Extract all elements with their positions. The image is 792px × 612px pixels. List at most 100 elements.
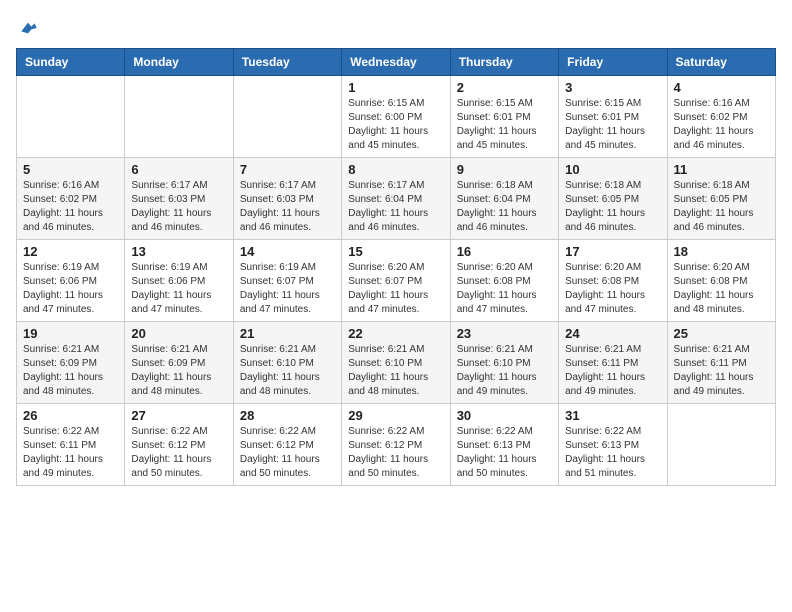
day-info: Sunrise: 6:18 AM Sunset: 6:05 PM Dayligh… <box>565 179 660 235</box>
calendar-day-cell: 16Sunrise: 6:20 AM Sunset: 6:08 PM Dayli… <box>450 239 558 321</box>
day-info: Sunrise: 6:21 AM Sunset: 6:11 PM Dayligh… <box>674 343 769 399</box>
calendar-day-cell: 24Sunrise: 6:21 AM Sunset: 6:11 PM Dayli… <box>559 321 667 403</box>
calendar-day-cell: 8 Sunrise: 6:17 AM Sunset: 6:04 PM Daylig… <box>342 157 450 239</box>
weekday-header-cell: Thursday <box>450 48 558 75</box>
calendar-day-cell: 17 Sunrise: 6:20 AM Sunset: 6:08 PM Dayli… <box>559 239 667 321</box>
calendar-day-cell: 15 Sunrise: 6:20 AM Sunset: 6:07 PM Dayli… <box>342 239 450 321</box>
day-info: Sunrise: 6:21 AM Sunset: 6:10 PM Dayligh… <box>240 343 335 399</box>
calendar-week-row: 19 Sunrise: 6:21 AM Sunset: 6:09 PM Dayli… <box>17 321 776 403</box>
calendar-day-cell <box>233 75 341 157</box>
day-info: Sunrise: 6:19 AM Sunset: 6:06 PM Dayligh… <box>131 261 226 317</box>
day-number: 23 <box>457 326 552 341</box>
day-info: Sunrise: 6:21 AM Sunset: 6:10 PM Dayligh… <box>348 343 443 399</box>
weekday-header-cell: Friday <box>559 48 667 75</box>
day-number: 4 <box>674 80 769 95</box>
day-number: 30 <box>457 408 552 423</box>
weekday-header-cell: Monday <box>125 48 233 75</box>
calendar-day-cell: 7 Sunrise: 6:17 AM Sunset: 6:03 PM Daylig… <box>233 157 341 239</box>
day-number: 31 <box>565 408 660 423</box>
day-number: 25 <box>674 326 769 341</box>
calendar-day-cell: 22 Sunrise: 6:21 AM Sunset: 6:10 PM Dayli… <box>342 321 450 403</box>
day-info: Sunrise: 6:15 AM Sunset: 6:01 PM Dayligh… <box>457 97 552 153</box>
day-info: Sunrise: 6:20 AM Sunset: 6:07 PM Dayligh… <box>348 261 443 317</box>
day-number: 3 <box>565 80 660 95</box>
day-number: 20 <box>131 326 226 341</box>
day-number: 6 <box>131 162 226 177</box>
weekday-header-cell: Sunday <box>17 48 125 75</box>
day-number: 11 <box>674 162 769 177</box>
day-number: 22 <box>348 326 443 341</box>
calendar-day-cell: 26 Sunrise: 6:22 AM Sunset: 6:11 PM Dayli… <box>17 403 125 485</box>
weekday-header-cell: Saturday <box>667 48 775 75</box>
day-info: Sunrise: 6:22 AM Sunset: 6:13 PM Dayligh… <box>565 425 660 481</box>
day-number: 7 <box>240 162 335 177</box>
calendar-day-cell: 27 Sunrise: 6:22 AM Sunset: 6:12 PM Dayli… <box>125 403 233 485</box>
day-number: 12 <box>23 244 118 259</box>
calendar-day-cell: 13 Sunrise: 6:19 AM Sunset: 6:06 PM Dayli… <box>125 239 233 321</box>
calendar-day-cell: 3 Sunrise: 6:15 AM Sunset: 6:01 PM Daylig… <box>559 75 667 157</box>
day-info: Sunrise: 6:17 AM Sunset: 6:03 PM Dayligh… <box>240 179 335 235</box>
weekday-header-cell: Wednesday <box>342 48 450 75</box>
day-number: 19 <box>23 326 118 341</box>
day-info: Sunrise: 6:21 AM Sunset: 6:09 PM Dayligh… <box>131 343 226 399</box>
logo-general-text <box>16 16 38 38</box>
day-info: Sunrise: 6:22 AM Sunset: 6:12 PM Dayligh… <box>348 425 443 481</box>
day-number: 29 <box>348 408 443 423</box>
logo-bird-icon <box>18 18 38 38</box>
day-info: Sunrise: 6:22 AM Sunset: 6:11 PM Dayligh… <box>23 425 118 481</box>
calendar-day-cell: 21Sunrise: 6:21 AM Sunset: 6:10 PM Dayli… <box>233 321 341 403</box>
day-info: Sunrise: 6:21 AM Sunset: 6:09 PM Dayligh… <box>23 343 118 399</box>
calendar-day-cell: 4Sunrise: 6:16 AM Sunset: 6:02 PM Daylig… <box>667 75 775 157</box>
logo <box>16 16 42 38</box>
day-info: Sunrise: 6:21 AM Sunset: 6:11 PM Dayligh… <box>565 343 660 399</box>
calendar-day-cell: 5Sunrise: 6:16 AM Sunset: 6:02 PM Daylig… <box>17 157 125 239</box>
calendar-week-row: 5Sunrise: 6:16 AM Sunset: 6:02 PM Daylig… <box>17 157 776 239</box>
calendar-day-cell: 18 Sunrise: 6:20 AM Sunset: 6:08 PM Dayli… <box>667 239 775 321</box>
day-number: 15 <box>348 244 443 259</box>
day-info: Sunrise: 6:20 AM Sunset: 6:08 PM Dayligh… <box>565 261 660 317</box>
weekday-header-cell: Tuesday <box>233 48 341 75</box>
day-number: 14 <box>240 244 335 259</box>
calendar-day-cell: 14 Sunrise: 6:19 AM Sunset: 6:07 PM Dayli… <box>233 239 341 321</box>
weekday-header-row: SundayMondayTuesdayWednesdayThursdayFrid… <box>17 48 776 75</box>
day-number: 13 <box>131 244 226 259</box>
day-info: Sunrise: 6:21 AM Sunset: 6:10 PM Dayligh… <box>457 343 552 399</box>
calendar-day-cell <box>667 403 775 485</box>
calendar-table: SundayMondayTuesdayWednesdayThursdayFrid… <box>16 48 776 486</box>
calendar-day-cell: 29 Sunrise: 6:22 AM Sunset: 6:12 PM Dayli… <box>342 403 450 485</box>
day-info: Sunrise: 6:17 AM Sunset: 6:03 PM Dayligh… <box>131 179 226 235</box>
calendar-day-cell: 31 Sunrise: 6:22 AM Sunset: 6:13 PM Dayli… <box>559 403 667 485</box>
day-number: 28 <box>240 408 335 423</box>
day-number: 8 <box>348 162 443 177</box>
calendar-day-cell: 12Sunrise: 6:19 AM Sunset: 6:06 PM Dayli… <box>17 239 125 321</box>
day-info: Sunrise: 6:16 AM Sunset: 6:02 PM Dayligh… <box>23 179 118 235</box>
calendar-day-cell: 11 Sunrise: 6:18 AM Sunset: 6:05 PM Dayli… <box>667 157 775 239</box>
day-number: 27 <box>131 408 226 423</box>
calendar-week-row: 26 Sunrise: 6:22 AM Sunset: 6:11 PM Dayli… <box>17 403 776 485</box>
day-info: Sunrise: 6:17 AM Sunset: 6:04 PM Dayligh… <box>348 179 443 235</box>
calendar-day-cell: 30 Sunrise: 6:22 AM Sunset: 6:13 PM Dayli… <box>450 403 558 485</box>
calendar-day-cell: 2 Sunrise: 6:15 AM Sunset: 6:01 PM Daylig… <box>450 75 558 157</box>
day-number: 26 <box>23 408 118 423</box>
day-info: Sunrise: 6:15 AM Sunset: 6:00 PM Dayligh… <box>348 97 443 153</box>
calendar-day-cell: 6 Sunrise: 6:17 AM Sunset: 6:03 PM Daylig… <box>125 157 233 239</box>
day-number: 16 <box>457 244 552 259</box>
day-info: Sunrise: 6:20 AM Sunset: 6:08 PM Dayligh… <box>674 261 769 317</box>
day-number: 18 <box>674 244 769 259</box>
day-number: 17 <box>565 244 660 259</box>
day-info: Sunrise: 6:22 AM Sunset: 6:13 PM Dayligh… <box>457 425 552 481</box>
calendar-day-cell <box>125 75 233 157</box>
calendar-day-cell: 25 Sunrise: 6:21 AM Sunset: 6:11 PM Dayli… <box>667 321 775 403</box>
day-info: Sunrise: 6:18 AM Sunset: 6:04 PM Dayligh… <box>457 179 552 235</box>
day-info: Sunrise: 6:22 AM Sunset: 6:12 PM Dayligh… <box>131 425 226 481</box>
calendar-day-cell: 20 Sunrise: 6:21 AM Sunset: 6:09 PM Dayli… <box>125 321 233 403</box>
day-number: 9 <box>457 162 552 177</box>
day-number: 1 <box>348 80 443 95</box>
page-header <box>16 16 776 38</box>
day-info: Sunrise: 6:18 AM Sunset: 6:05 PM Dayligh… <box>674 179 769 235</box>
day-info: Sunrise: 6:19 AM Sunset: 6:07 PM Dayligh… <box>240 261 335 317</box>
day-number: 2 <box>457 80 552 95</box>
calendar-day-cell: 28Sunrise: 6:22 AM Sunset: 6:12 PM Dayli… <box>233 403 341 485</box>
calendar-week-row: 12 Sunrise: 6:19 AM Sunset: 6:06 PM Dayli… <box>17 239 776 321</box>
day-info: Sunrise: 6:15 AM Sunset: 6:01 PM Dayligh… <box>565 97 660 153</box>
